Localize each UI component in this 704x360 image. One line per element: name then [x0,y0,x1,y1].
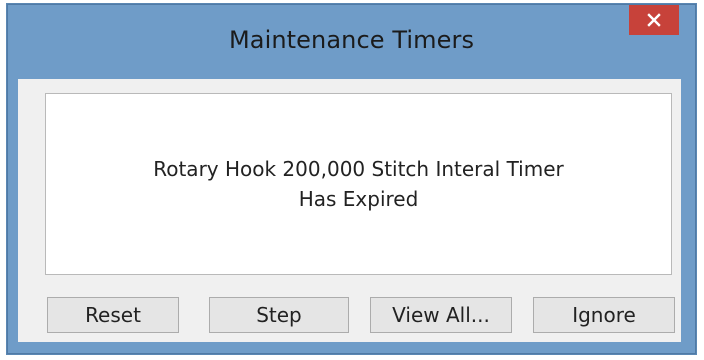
window-title: Maintenance Timers [228,26,475,54]
message-panel: Rotary Hook 200,000 Stitch Interal Timer… [45,93,672,275]
ignore-button[interactable]: Ignore [533,297,675,333]
close-button[interactable] [629,5,679,35]
close-icon [647,13,661,27]
message-line-2: Has Expired [298,187,419,211]
view-all-button[interactable]: View All... [370,297,512,333]
step-button[interactable]: Step [209,297,349,333]
title-bar[interactable]: Maintenance Timers [7,4,696,80]
reset-button[interactable]: Reset [47,297,179,333]
maintenance-timers-dialog: Maintenance Timers Rotary Hook 200,000 S… [6,3,697,355]
message-line-1: Rotary Hook 200,000 Stitch Interal Timer [153,157,564,181]
dialog-client-area: Rotary Hook 200,000 Stitch Interal Timer… [18,79,681,342]
